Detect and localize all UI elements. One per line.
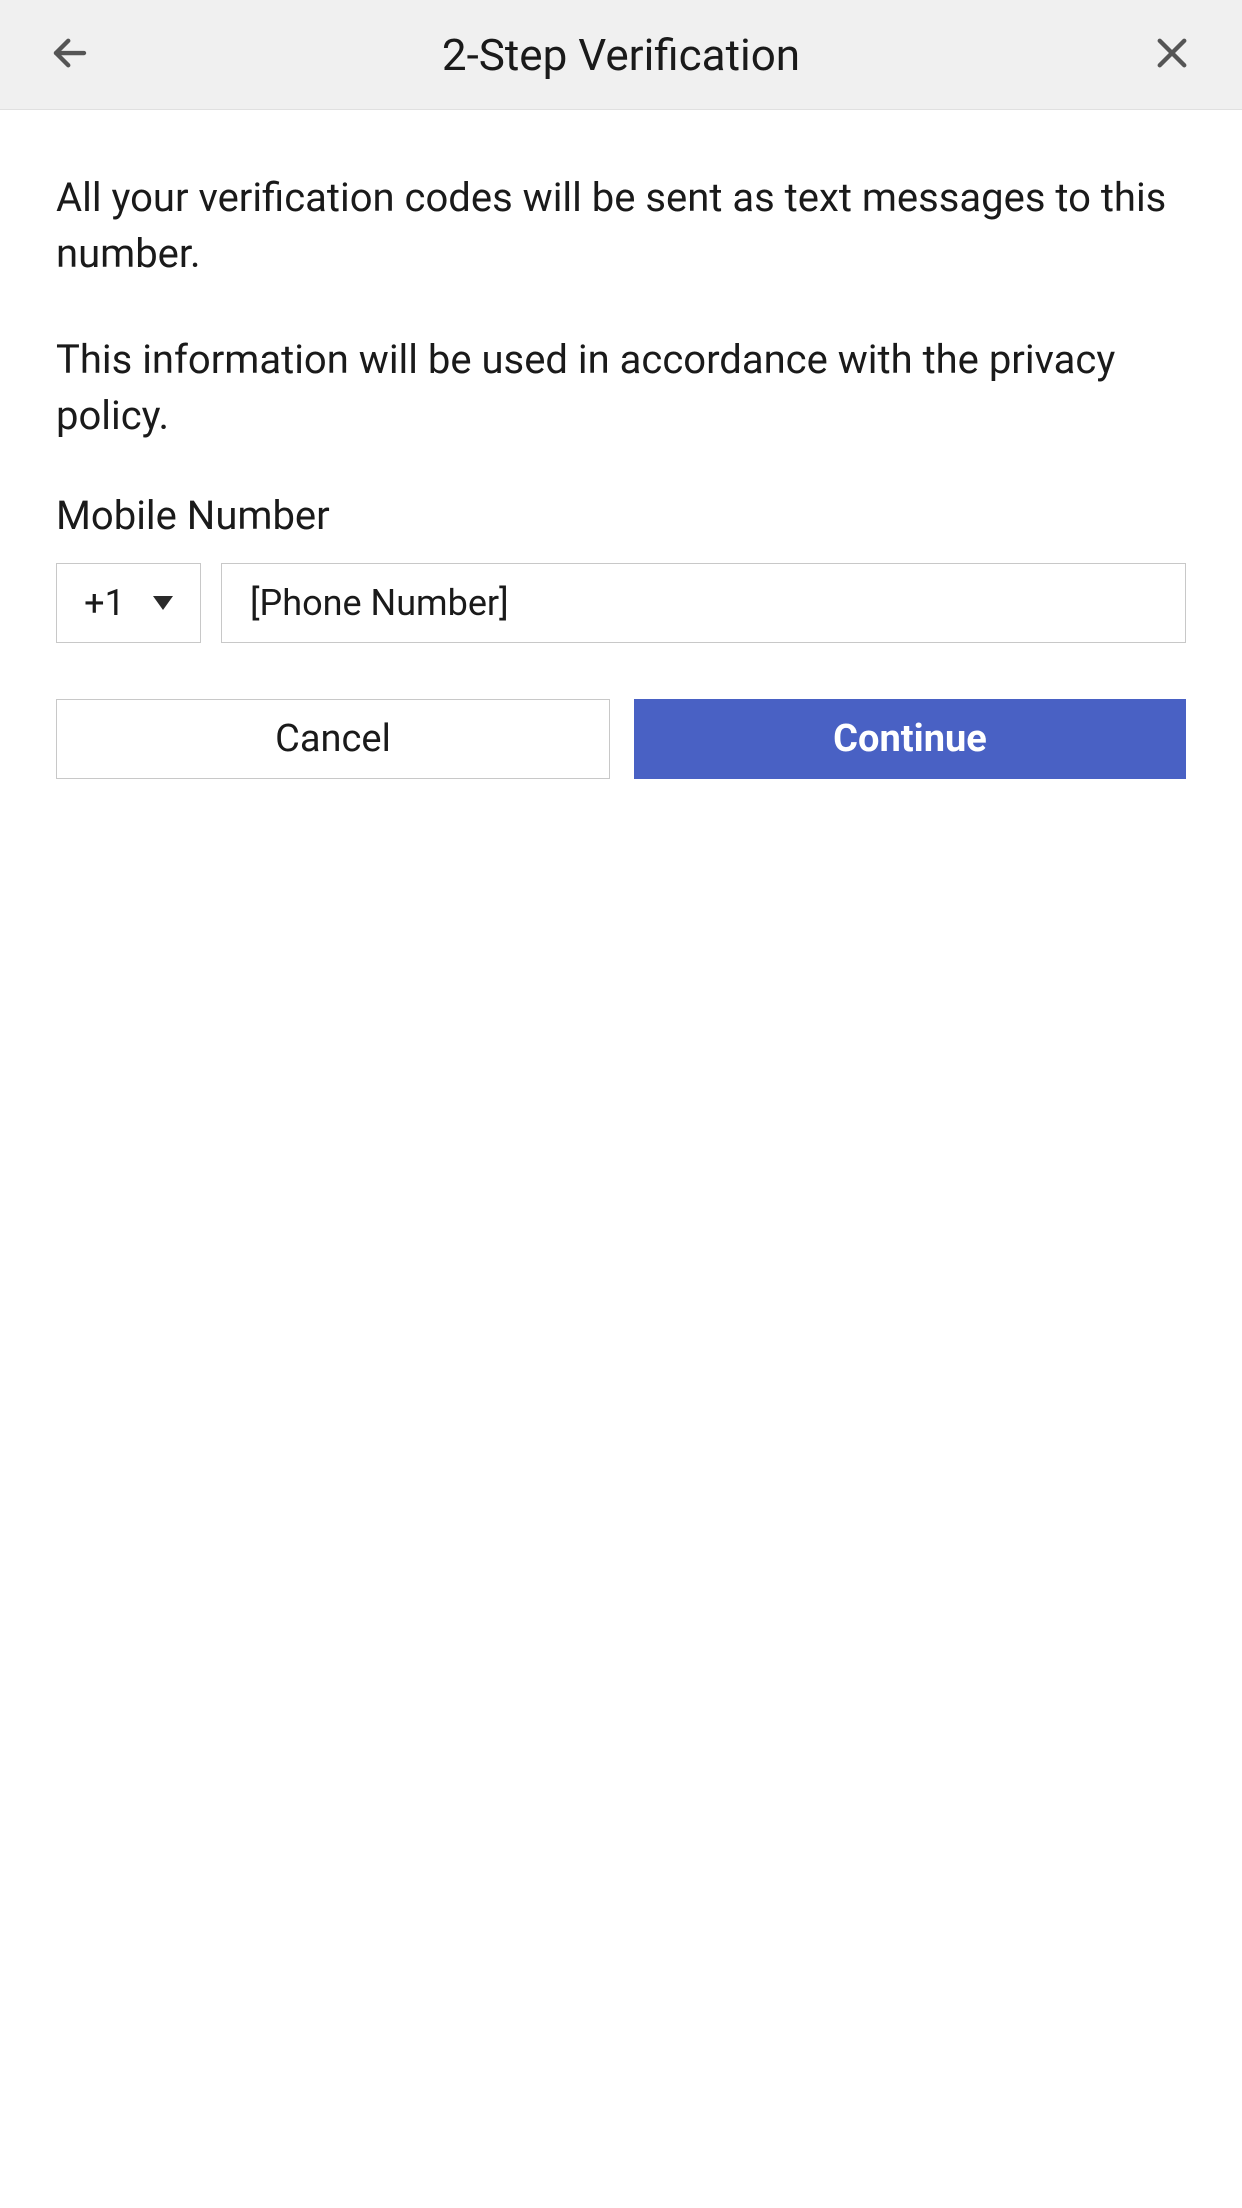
close-icon (1151, 32, 1193, 78)
phone-number-input[interactable] (221, 563, 1186, 643)
country-code-value: +1 (84, 582, 125, 624)
description-text-1: All your verification codes will be sent… (56, 170, 1186, 282)
chevron-down-icon (153, 596, 173, 610)
content-area: All your verification codes will be sent… (0, 110, 1242, 839)
continue-button[interactable]: Continue (634, 699, 1186, 779)
country-code-select[interactable]: +1 (56, 563, 201, 643)
page-title: 2-Step Verification (442, 29, 800, 81)
back-button[interactable] (40, 25, 100, 85)
button-row: Cancel Continue (56, 699, 1186, 779)
description-text-2: This information will be used in accorda… (56, 332, 1186, 444)
header: 2-Step Verification (0, 0, 1242, 110)
phone-input-row: +1 (56, 563, 1186, 643)
mobile-number-label: Mobile Number (56, 492, 1186, 539)
cancel-button[interactable]: Cancel (56, 699, 610, 779)
arrow-left-icon (49, 32, 91, 78)
close-button[interactable] (1142, 25, 1202, 85)
